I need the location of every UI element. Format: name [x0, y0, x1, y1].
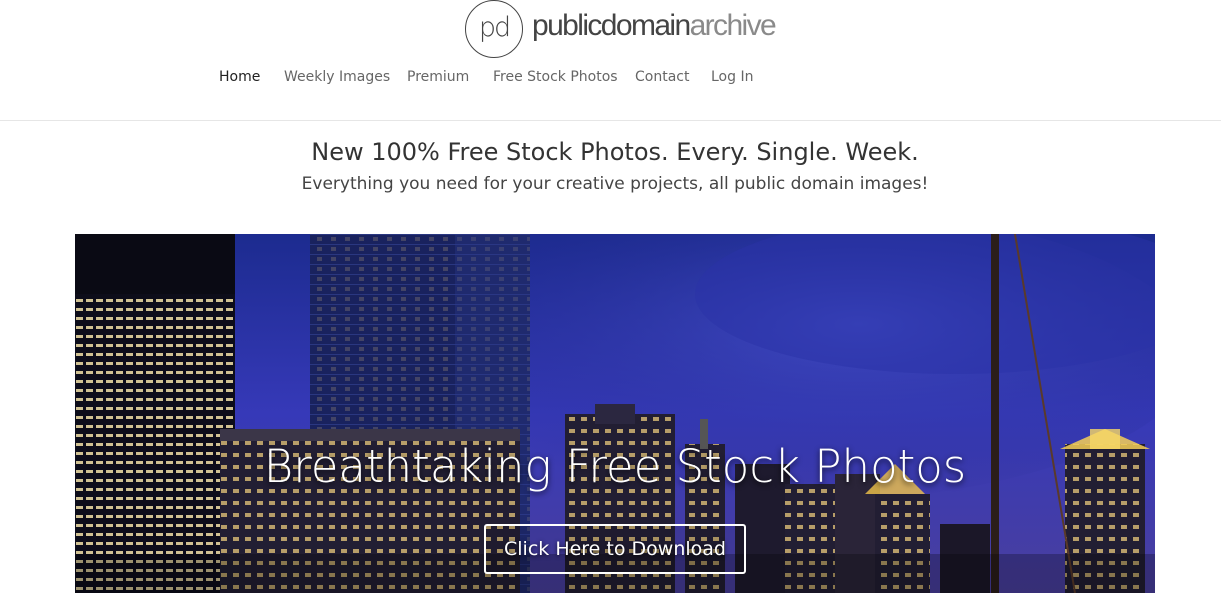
nav-premium[interactable]: Premium	[407, 69, 469, 85]
main-nav: Home Weekly Images Premium Free Stock Ph…	[0, 69, 1221, 91]
site-logo[interactable]: pd publicdomainarchive	[465, 0, 777, 58]
site-header: pd publicdomainarchive Home Weekly Image…	[0, 0, 1221, 121]
nav-log-in[interactable]: Log In	[711, 69, 753, 85]
nav-home[interactable]: Home	[219, 69, 260, 85]
logo-wordmark: publicdomainarchive	[532, 9, 777, 47]
logo-mark: pd	[465, 0, 523, 58]
nav-weekly-images[interactable]: Weekly Images	[284, 69, 390, 85]
hero-headline: New 100% Free Stock Photos. Every. Singl…	[311, 138, 919, 166]
banner-title: Breathtaking Free Stock Photos	[263, 440, 967, 493]
logo-word-b: archive	[689, 9, 777, 42]
hero-subline: Everything you need for your creative pr…	[301, 174, 929, 194]
nav-contact[interactable]: Contact	[635, 69, 689, 85]
hero-banner[interactable]: Breathtaking Free Stock Photos Click Her…	[75, 234, 1155, 593]
logo-word-a: publicdomain	[532, 9, 691, 42]
download-button[interactable]: Click Here to Download	[484, 524, 746, 574]
nav-free-stock-photos[interactable]: Free Stock Photos	[493, 69, 618, 85]
